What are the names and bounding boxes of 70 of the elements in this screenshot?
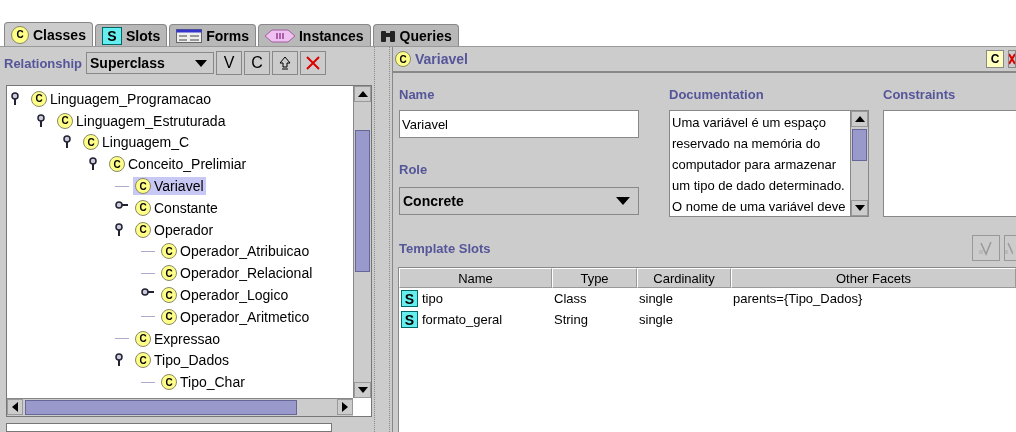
column-header[interactable]: Other Facets	[731, 268, 1016, 288]
tree-item[interactable]: C Variavel	[133, 177, 206, 196]
horizontal-scrollbar[interactable]	[7, 398, 353, 416]
role-label: Role	[399, 162, 429, 177]
vertical-scrollbar[interactable]	[850, 111, 868, 216]
constraints-label: Constraints	[883, 87, 957, 102]
down-arrow-icon	[854, 205, 865, 211]
relationship-label: Relationship	[4, 55, 82, 71]
column-header[interactable]: Type	[552, 268, 637, 288]
check-icon	[1005, 240, 1013, 256]
right-arrow-icon	[342, 402, 348, 412]
splitter-handle[interactable]	[374, 47, 390, 432]
table-cell-text: parents={Tipo_Dados}	[732, 291, 864, 306]
documentation-label: Documentation	[669, 87, 765, 102]
table-cell-text: single	[638, 312, 674, 327]
slot-icon: S	[101, 26, 122, 45]
name-field[interactable]: Variavel	[399, 110, 639, 138]
form-icon	[176, 28, 203, 43]
text-field[interactable]	[6, 423, 332, 432]
relationship-dropdown[interactable]: Superclass	[86, 52, 214, 74]
constraints-list[interactable]	[883, 110, 1016, 217]
name-label: Name	[399, 87, 436, 102]
vertical-scrollbar[interactable]	[353, 86, 371, 398]
tab[interactable]: S Slots	[94, 24, 168, 46]
check-icon	[978, 240, 994, 256]
tree-item[interactable]: C Tipo_Dados	[133, 351, 231, 370]
tree-item[interactable]: C Operador_Logico	[159, 286, 291, 305]
tree-item[interactable]: C Tipo_Char	[159, 373, 247, 392]
dropdown-arrow-icon	[616, 197, 630, 205]
class-icon: C	[395, 51, 411, 67]
tree-item[interactable]: C Expressao	[133, 329, 223, 348]
tree-item[interactable]: C Linguagem_Estruturada	[55, 111, 228, 130]
class-icon: C	[11, 25, 29, 44]
move-up-button[interactable]	[272, 51, 298, 75]
class-title: Variavel	[415, 51, 468, 67]
up-arrow-icon	[854, 116, 865, 122]
tree-item[interactable]: C Linguagem_Programacao	[29, 89, 214, 108]
tab[interactable]: Queries	[372, 24, 459, 46]
table-cell: S tipo	[399, 290, 552, 307]
binoculars-icon	[379, 28, 396, 43]
delete-button[interactable]	[1008, 50, 1016, 68]
tree-item[interactable]: C Conceito_Prelimiar	[107, 155, 249, 174]
tree-item[interactable]: C Operador	[133, 220, 216, 239]
column-header[interactable]: Cardinality	[637, 268, 731, 288]
delete-button[interactable]	[300, 51, 326, 75]
tree-item[interactable]: C Linguagem_C	[81, 133, 192, 152]
dropdown-arrow-icon	[195, 59, 207, 67]
tree-item[interactable]: C Constante	[133, 198, 220, 217]
diamond-icon	[264, 28, 295, 43]
left-arrow-icon	[12, 402, 18, 412]
tree-item[interactable]: C Operador_Atribuicao	[159, 242, 312, 261]
up-arrow-icon	[279, 56, 291, 70]
down-arrow-icon	[357, 387, 368, 393]
tab[interactable]: Forms	[169, 24, 256, 46]
header-button[interactable]: C	[986, 50, 1004, 68]
delete-icon	[306, 56, 320, 70]
column-header[interactable]: Name	[399, 268, 552, 288]
template-slots-label: Template Slots	[399, 240, 491, 256]
toolbar-button[interactable]: C	[244, 51, 270, 75]
role-dropdown[interactable]: Concrete	[399, 187, 639, 215]
table-cell-text: String	[553, 312, 589, 327]
tab[interactable]: C Classes	[4, 22, 93, 46]
tree-item[interactable]: C Operador_Aritmetico	[159, 307, 312, 326]
tab[interactable]: Instances	[257, 24, 371, 46]
toolbar-button[interactable]: V	[216, 51, 242, 75]
tree-item[interactable]: C Operador_Relacional	[159, 264, 315, 283]
up-arrow-icon	[357, 91, 368, 97]
table-cell: S formato_geral	[399, 311, 552, 328]
table-cell-text: single	[638, 291, 674, 306]
table-cell-text: Class	[553, 291, 588, 306]
